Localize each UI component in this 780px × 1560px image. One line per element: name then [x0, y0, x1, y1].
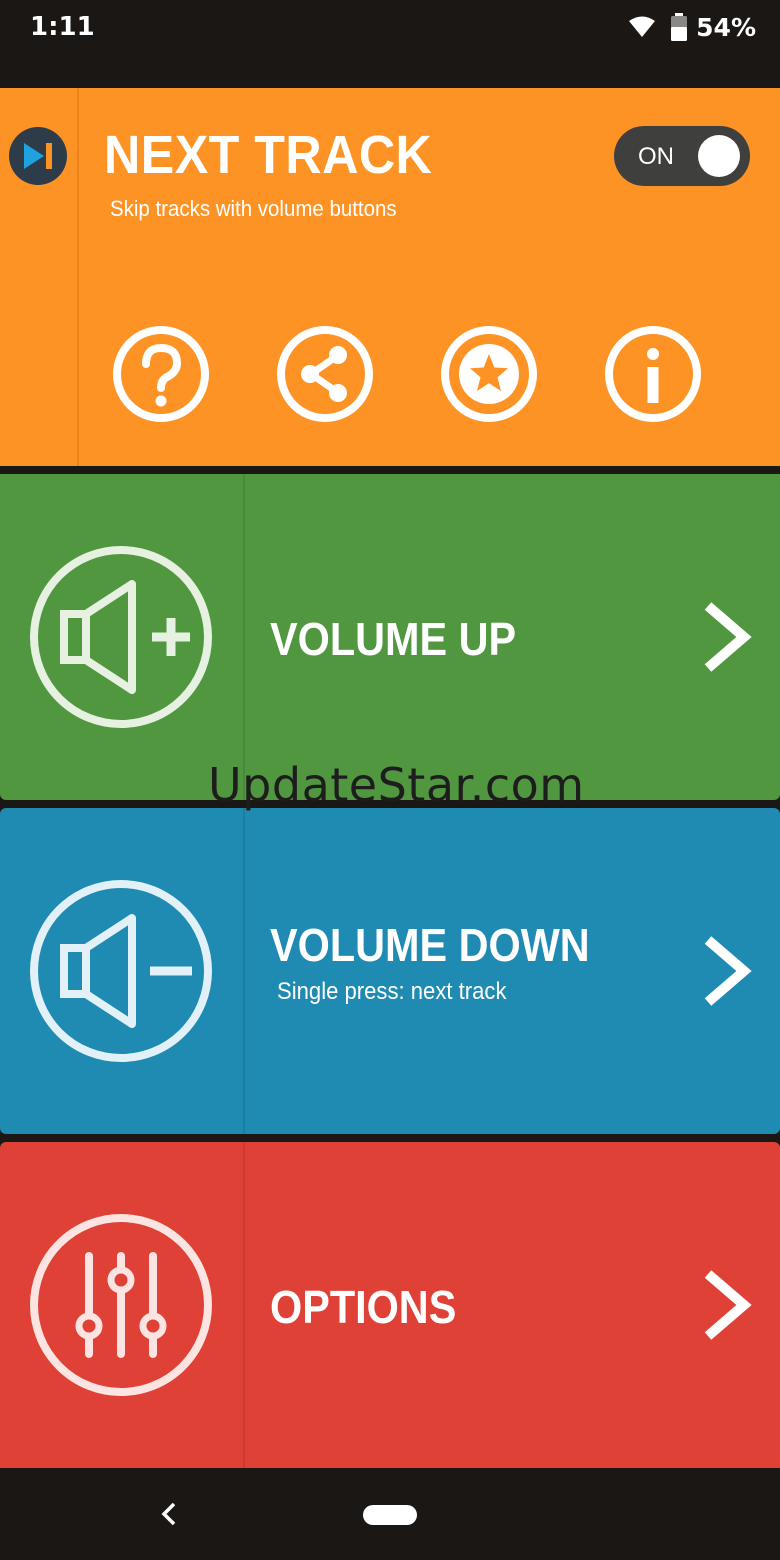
- nav-bar: [0, 1468, 780, 1560]
- chevron-right-icon: [704, 1270, 752, 1340]
- info-icon[interactable]: [603, 324, 703, 424]
- status-time: 1:11: [30, 12, 95, 42]
- sliders-icon: [30, 1214, 212, 1396]
- toggle-knob: [698, 135, 740, 177]
- app-subtitle: Skip tracks with volume buttons: [110, 196, 397, 221]
- enable-toggle[interactable]: ON: [614, 126, 750, 186]
- help-icon[interactable]: [111, 324, 211, 424]
- header-divider: [77, 88, 79, 466]
- app-logo-icon: [9, 127, 67, 185]
- volume-up-icon: [30, 546, 212, 728]
- panel-divider: [243, 474, 245, 800]
- panel-divider: [243, 1142, 245, 1468]
- volume-up-panel[interactable]: VOLUME UP: [0, 474, 780, 800]
- panel-divider: [243, 808, 245, 1134]
- status-right: 54%: [628, 12, 756, 42]
- app-title: NEXT TRACK: [104, 125, 433, 185]
- volume-down-title: VOLUME DOWN: [270, 919, 590, 971]
- options-title: OPTIONS: [270, 1281, 457, 1333]
- battery-percent: 54%: [696, 12, 756, 42]
- toggle-label: ON: [638, 143, 674, 170]
- chevron-right-icon: [704, 936, 752, 1006]
- back-icon[interactable]: [158, 1500, 180, 1528]
- watermark: UpdateStar.com: [208, 758, 585, 812]
- share-icon[interactable]: [275, 324, 375, 424]
- volume-down-panel[interactable]: VOLUME DOWN Single press: next track: [0, 808, 780, 1134]
- volume-down-icon: [30, 880, 212, 1062]
- battery-icon: [671, 13, 688, 41]
- options-panel[interactable]: OPTIONS: [0, 1142, 780, 1468]
- chevron-right-icon: [704, 602, 752, 672]
- wifi-icon: [629, 16, 656, 37]
- status-bar: 1:11 54%: [0, 0, 780, 88]
- volume-up-title: VOLUME UP: [270, 613, 517, 665]
- home-pill-icon[interactable]: [363, 1505, 417, 1525]
- volume-down-subtitle: Single press: next track: [277, 978, 507, 1005]
- star-icon[interactable]: [439, 324, 539, 424]
- header-panel: NEXT TRACK Skip tracks with volume butto…: [0, 88, 780, 466]
